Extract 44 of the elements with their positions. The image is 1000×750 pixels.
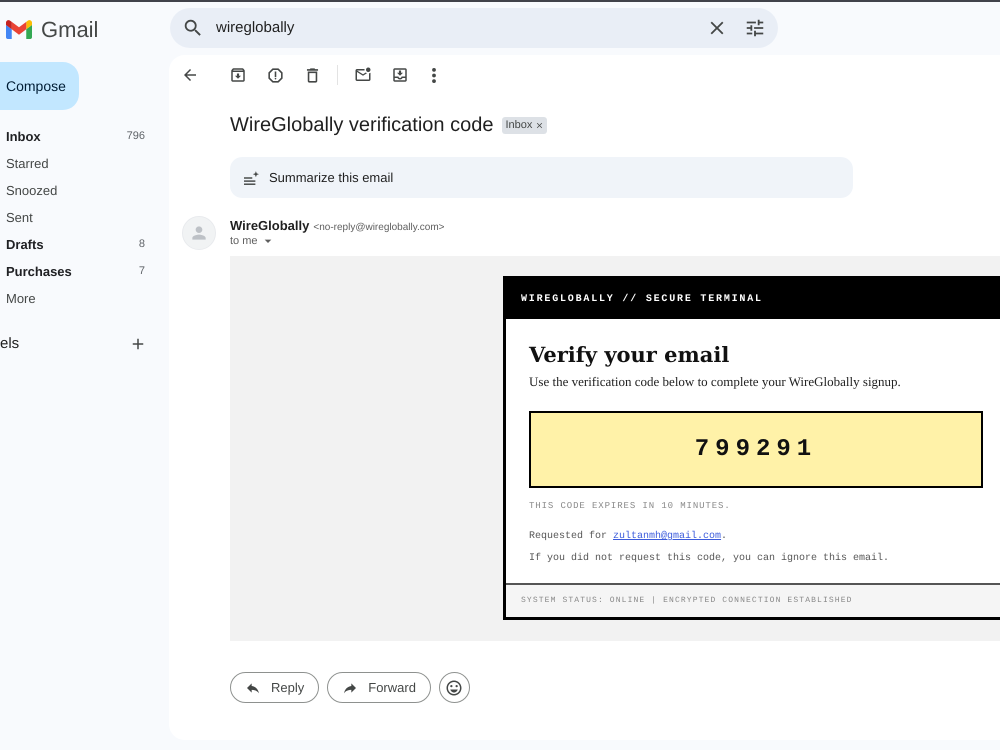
compose-button[interactable]: Compose	[0, 62, 79, 110]
ignore-note: If you did not request this code, you can ignore this email.	[529, 552, 890, 566]
tray-arrow-icon	[391, 66, 409, 84]
gmail-logo-text: Gmail	[41, 16, 98, 44]
recipient-text: to me	[230, 234, 258, 249]
remove-label-icon[interactable]	[535, 120, 544, 130]
email-link[interactable]: zultanmh@gmail.com	[613, 531, 722, 542]
status-footer-text: SYSTEM STATUS: ONLINE | ENCRYPTED CONNECTION ESTABLISHED	[521, 595, 853, 607]
sidebar-nav-item[interactable]: Drafts 8	[0, 231, 169, 258]
unread-count: 796	[126, 129, 145, 144]
sidebar-nav-item[interactable]: Snoozed	[0, 177, 169, 204]
sidebar-nav-item[interactable]: Purchases 7	[0, 258, 169, 285]
more-vertical-icon	[432, 68, 436, 82]
summarize-icon	[244, 170, 259, 184]
expiry-note: THIS CODE EXPIRES IN 10 MINUTES.	[529, 500, 732, 512]
label-chip[interactable]: Inbox	[502, 116, 548, 134]
label-chip-text: Inbox	[505, 118, 532, 133]
unread-count: 8	[138, 237, 145, 252]
summarize-button[interactable]: Summarize this email	[230, 157, 853, 198]
email-heading: Verify your email	[529, 341, 730, 369]
avatar-icon	[182, 216, 216, 250]
smiley-icon	[445, 678, 464, 696]
requested-for-text: Requested for zultanmh@gmail.com.	[529, 530, 728, 544]
labels-heading: els	[0, 334, 20, 354]
sidebar-nav-item[interactable]: More	[0, 285, 169, 312]
gmail-logo-icon	[6, 19, 32, 39]
email-subject: WireGlobally verification code	[230, 113, 494, 138]
forward-button[interactable]: Forward	[327, 672, 431, 703]
reply-button[interactable]: Reply	[230, 672, 320, 703]
terminal-header-text: WIREGLOBALLY // SECURE TERMINAL	[521, 292, 763, 306]
unread-count: 7	[138, 264, 145, 280]
sidebar-nav-item[interactable]: Sent	[0, 204, 169, 231]
alert-icon	[266, 66, 284, 84]
sidebar-nav-item[interactable]: Inbox 796	[0, 123, 169, 150]
sender-name: WireGlobally	[230, 217, 310, 235]
search-bar[interactable]: wireglobally	[170, 8, 778, 48]
search-input[interactable]: wireglobally	[216, 16, 706, 40]
archive-icon	[229, 66, 247, 84]
verification-code: 799291	[694, 434, 818, 464]
sender-email: <no-reply@wireglobally.com>	[313, 221, 444, 235]
sidebar-nav-item[interactable]: Starred	[0, 150, 169, 177]
search-options-icon[interactable]	[744, 17, 766, 39]
email-intro: Use the verification code below to complete your WireGlobally signup.	[529, 373, 902, 391]
emoji-reaction-button[interactable]	[438, 672, 470, 703]
